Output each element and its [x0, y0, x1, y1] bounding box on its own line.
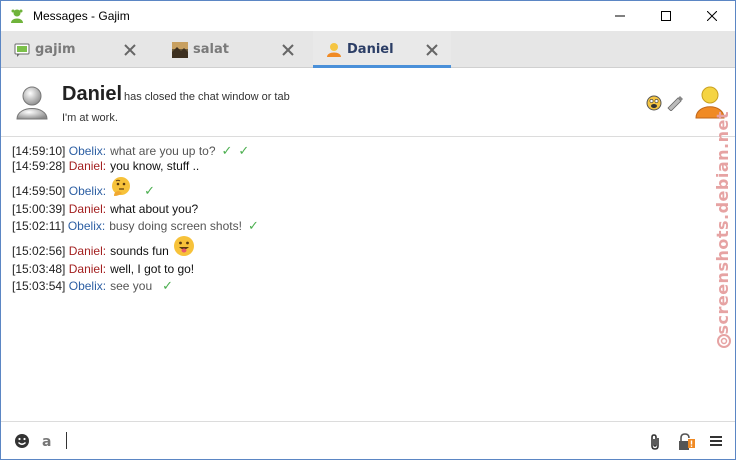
message-input-bar: a — [1, 421, 735, 459]
close-tab-icon[interactable] — [281, 43, 295, 57]
message-row: [15:00:39] Daniel: what about you? — [12, 202, 198, 216]
delivered-check-icon: ✓ — [247, 218, 259, 233]
window-title: Messages - Gajim — [33, 9, 130, 23]
mood-emoji-icon[interactable] — [646, 95, 662, 111]
tab-label: salat — [193, 42, 229, 57]
message-row: [15:03:48] Daniel: well, I got to go! — [12, 262, 194, 276]
text-format-icon[interactable]: a — [41, 433, 55, 449]
message-nick: Daniel: — [68, 202, 107, 216]
minimize-button[interactable] — [597, 1, 643, 31]
message-nick: Daniel: — [68, 159, 107, 173]
close-window-button[interactable] — [689, 1, 735, 31]
user-orange-icon — [327, 43, 341, 57]
delivered-check-icon: ✓ — [144, 183, 155, 198]
chat-bubble-icon — [14, 43, 30, 57]
thinking-face-icon — [112, 177, 131, 196]
hamburger-menu-icon[interactable] — [709, 433, 723, 449]
gajim-messages-window: Messages - Gajim gajim salat Daniel Dani… — [0, 0, 736, 460]
message-row: [15:03:54] Obelix: see you ✓ — [12, 278, 173, 294]
tab-daniel[interactable]: Daniel — [313, 31, 451, 68]
message-nick: Obelix: — [68, 144, 107, 158]
message-row: [14:59:50] Obelix: ✓ — [12, 176, 155, 198]
contact-header: Daniel has closed the chat window or tab… — [1, 69, 735, 137]
message-row: [15:02:11] Obelix: busy doing screen sho… — [12, 218, 259, 234]
delivered-check-icon: ✓ — [162, 278, 174, 293]
message-timestamp: [15:02:56] — [12, 244, 66, 258]
close-tab-icon[interactable] — [123, 43, 137, 57]
emoji-chooser-icon[interactable] — [14, 433, 30, 449]
message-timestamp: [14:59:28] — [12, 159, 66, 173]
contact-activity: I'm at work. — [62, 112, 118, 124]
debian-swirl-icon — [717, 334, 731, 348]
watermark: screenshots.debian.net — [713, 111, 735, 361]
tongue-face-icon — [173, 236, 194, 256]
watermark-text: screenshots.debian.net — [713, 111, 732, 335]
message-nick: Obelix: — [68, 184, 107, 198]
message-text: see you — [110, 279, 153, 293]
message-timestamp: [15:03:48] — [12, 262, 66, 276]
title-bar: Messages - Gajim — [1, 1, 735, 31]
svg-text:a: a — [42, 434, 51, 449]
avatar — [16, 86, 48, 120]
message-row: [15:02:56] Daniel: sounds fun — [12, 234, 195, 258]
read-check-icon: ✓ — [238, 143, 250, 158]
message-input[interactable] — [66, 432, 67, 449]
tab-salat[interactable]: salat — [159, 31, 309, 68]
message-timestamp: [15:03:54] — [12, 279, 66, 293]
delivered-check-icon: ✓ — [221, 143, 233, 158]
message-timestamp: [15:00:39] — [12, 202, 66, 216]
tab-label: Daniel — [347, 42, 394, 57]
message-row: [14:59:28] Daniel: you know, stuff .. — [12, 159, 199, 173]
tab-label: gajim — [35, 42, 76, 57]
message-timestamp: [14:59:50] — [12, 184, 66, 198]
close-icon — [707, 11, 717, 21]
maximize-icon — [661, 11, 671, 21]
message-nick: Daniel: — [68, 244, 107, 258]
message-text: you know, stuff .. — [110, 159, 200, 173]
message-text: what are you up to? — [110, 144, 216, 158]
message-text: sounds fun — [110, 244, 169, 258]
message-text: what about you? — [110, 202, 199, 216]
activity-pen-icon[interactable] — [666, 95, 684, 111]
message-nick: Obelix: — [68, 279, 107, 293]
message-timestamp: [14:59:10] — [12, 144, 66, 158]
close-tab-icon[interactable] — [425, 43, 439, 57]
message-nick: Daniel: — [68, 262, 107, 276]
conversation-view[interactable]: [14:59:10] Obelix: what are you up to? ✓… — [1, 138, 735, 421]
contact-name: Daniel — [62, 83, 123, 105]
maximize-button[interactable] — [643, 1, 689, 31]
contact-status-message: has closed the chat window or tab — [124, 91, 290, 103]
gajim-app-icon — [11, 9, 23, 23]
paperclip-icon[interactable] — [648, 433, 662, 451]
landscape-avatar-icon — [172, 42, 188, 58]
message-timestamp: [15:02:11] — [12, 219, 65, 233]
encryption-lock-icon[interactable] — [678, 433, 696, 451]
chat-tab-bar: gajim salat Daniel — [1, 31, 735, 68]
message-nick: Obelix: — [67, 219, 106, 233]
message-text: busy doing screen shots! — [109, 219, 242, 233]
minimize-icon — [615, 15, 625, 17]
message-row: [14:59:10] Obelix: what are you up to? ✓… — [12, 143, 249, 159]
message-text: well, I got to go! — [110, 262, 195, 276]
tab-gajim[interactable]: gajim — [1, 31, 151, 68]
